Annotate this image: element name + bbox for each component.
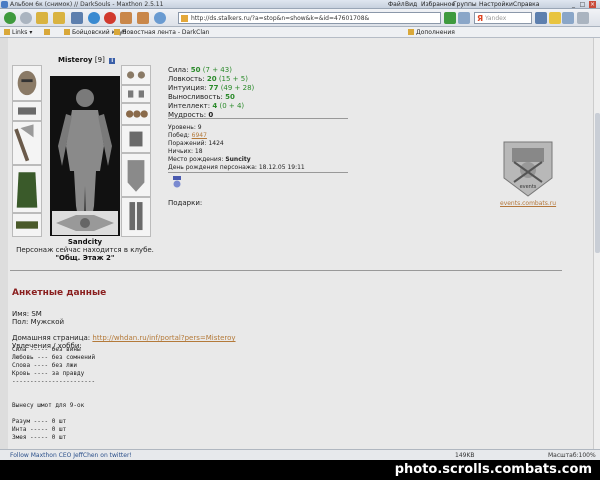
highlight-icon[interactable] xyxy=(549,12,561,24)
yandex-icon: Я xyxy=(477,14,484,23)
bookmark-news-darkclan[interactable]: Новостная лента - DarkClan xyxy=(114,29,209,36)
go-icon[interactable] xyxy=(444,12,456,24)
stat-agility: Ловкость: 20 (15 + 5) xyxy=(168,75,248,83)
ring-slot[interactable] xyxy=(121,103,151,125)
page-icon xyxy=(64,29,70,35)
back-icon[interactable] xyxy=(4,12,16,24)
pet-emblem[interactable] xyxy=(52,211,118,235)
bookmark-folder[interactable] xyxy=(44,29,52,36)
menu-groups[interactable]: Группы xyxy=(453,1,477,8)
folder-icon[interactable] xyxy=(36,12,48,24)
page-icon xyxy=(114,29,120,35)
status-message[interactable]: Follow Maxthon CEO JeffChen on twitter! xyxy=(10,452,132,459)
medal-icon[interactable] xyxy=(172,176,182,188)
homepage-link[interactable]: http://whdan.ru/inf/portal?pers=Misteroy xyxy=(92,334,235,342)
address-bar[interactable]: http://ds.stalkers.ru/?a=stop&n=show&k=&… xyxy=(178,12,441,24)
amulet-slot[interactable] xyxy=(121,85,151,103)
web-icon[interactable] xyxy=(154,12,166,24)
folder-icon[interactable] xyxy=(53,12,65,24)
status-bar: Follow Maxthon CEO JeffChen on twitter! … xyxy=(0,449,600,460)
chevron-down-icon[interactable] xyxy=(577,12,589,24)
menu-settings[interactable]: Настройки xyxy=(479,1,513,8)
close-icon[interactable]: × xyxy=(589,1,596,8)
location-text: Персонаж сейчас находится в клубе. xyxy=(16,246,154,254)
belt-slot[interactable] xyxy=(12,213,42,237)
status-speed: 149KB xyxy=(455,452,475,459)
search-placeholder[interactable]: Yandex xyxy=(485,15,506,22)
character-level: [9] xyxy=(94,56,105,64)
bookmark-addons[interactable]: Дополнения xyxy=(408,29,455,36)
left-margin xyxy=(0,38,8,449)
profile-details: Имя: SM Пол: Мужской Домашняя страница: … xyxy=(12,310,236,350)
menu-favorites[interactable]: Избранное xyxy=(421,1,455,8)
search-go-icon[interactable] xyxy=(535,12,547,24)
address-url[interactable]: http://ds.stalkers.ru/?a=stop&n=show&k=&… xyxy=(191,15,369,22)
stat-strength: Сила: 50 (7 + 43) xyxy=(168,66,232,74)
character-location: Sandcity Персонаж сейчас находится в клу… xyxy=(10,238,160,262)
app-icon xyxy=(1,1,8,8)
refresh-icon[interactable] xyxy=(88,12,100,24)
gifts-label: Подарки: xyxy=(168,199,203,207)
folder-icon xyxy=(4,29,10,35)
clan-emblem-text: events xyxy=(520,184,537,190)
page-options-icon[interactable] xyxy=(458,12,470,24)
section-divider xyxy=(10,270,562,271)
pen-icon[interactable] xyxy=(562,12,574,24)
shield-slot[interactable] xyxy=(121,153,151,197)
character-info: Уровень: 9 Побед: 6947 Поражений: 1424 Н… xyxy=(168,124,305,171)
zoom-level[interactable]: Масштаб:100% xyxy=(548,452,596,459)
page-content: Misteroy [9] i Sandcity Персонаж сейчас … xyxy=(0,38,593,449)
window-title: Альбом 6к (снимок) // DarkSouls - Maxtho… xyxy=(10,1,164,8)
page-favicon xyxy=(181,15,188,22)
room-name: "Общ. Этаж 2" xyxy=(55,254,115,262)
search-box[interactable]: Я Yandex xyxy=(474,12,532,24)
stat-endurance: Выносливость: 50 xyxy=(168,93,235,101)
gloves-slot[interactable] xyxy=(121,125,151,153)
watermark-text: photo.scrolls.combats.com xyxy=(394,462,592,477)
earring-slot[interactable] xyxy=(121,65,151,85)
addons-icon xyxy=(408,29,414,35)
bookmarks-bar: Links ▾ Бойцовский клуб Новостная лента … xyxy=(0,27,600,38)
pet-name: Sandcity xyxy=(67,238,103,246)
forward-icon[interactable] xyxy=(20,12,32,24)
clan-emblem-icon[interactable]: events xyxy=(500,138,556,200)
divider xyxy=(168,118,348,119)
stats-block: Сила: 50 (7 + 43) Ловкость: 20 (15 + 5) … xyxy=(168,66,254,120)
watermark: photo.scrolls.combats.com xyxy=(0,460,600,480)
title-bar: Альбом 6к (снимок) // DarkSouls - Maxtho… xyxy=(0,0,600,9)
menu-file[interactable]: Файл xyxy=(388,1,405,8)
character-name: Misteroy [9] i xyxy=(58,56,116,64)
wins-link[interactable]: 6947 xyxy=(192,132,207,139)
helmet-slot[interactable] xyxy=(12,65,42,101)
weapon-slot[interactable] xyxy=(12,121,42,165)
stop-icon[interactable] xyxy=(104,12,116,24)
bookmark-links[interactable]: Links ▾ xyxy=(4,29,32,36)
folder-icon xyxy=(44,29,50,35)
profile-section-title: Анкетные данные xyxy=(12,288,107,298)
hobby-text: Сила ----- без вины Любовь --- без сомнен… xyxy=(12,346,96,441)
menu-help[interactable]: Справка xyxy=(513,1,539,8)
stat-intellect: Интеллект: 4 (0 + 4) xyxy=(168,102,245,110)
info-icon[interactable]: i xyxy=(109,58,116,64)
boots-slot[interactable] xyxy=(121,197,151,237)
maximize-icon[interactable]: □ xyxy=(579,1,586,8)
vertical-scrollbar[interactable] xyxy=(593,38,600,449)
minimize-icon[interactable]: _ xyxy=(570,1,577,8)
window-icon[interactable] xyxy=(71,12,83,24)
menu-view[interactable]: Вид xyxy=(405,1,417,8)
stat-intuition: Интуиция: 77 (49 + 28) xyxy=(168,84,255,92)
divider xyxy=(168,172,348,173)
clan-link[interactable]: events.combats.ru xyxy=(500,200,560,207)
armor-slot[interactable] xyxy=(12,165,42,213)
home-icon[interactable] xyxy=(120,12,132,24)
favorites-icon[interactable] xyxy=(137,12,149,24)
scrollbar-thumb[interactable] xyxy=(595,113,600,253)
bracer-slot[interactable] xyxy=(12,101,42,121)
toolbar: http://ds.stalkers.ru/?a=stop&n=show&k=&… xyxy=(0,9,600,27)
